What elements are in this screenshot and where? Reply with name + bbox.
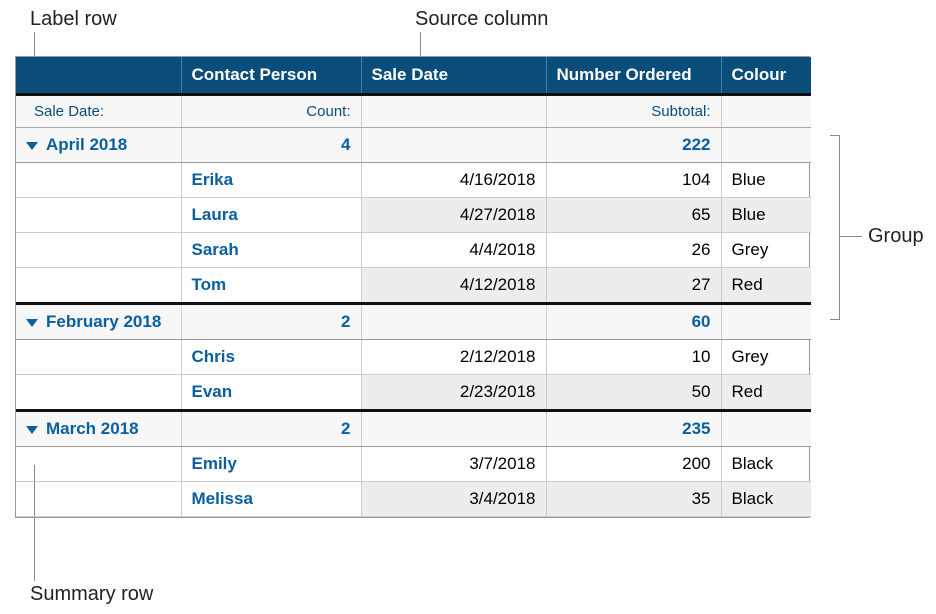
cell-number: 27 (546, 268, 721, 304)
disclosure-triangle-icon[interactable] (26, 319, 38, 327)
table-row: Melissa3/4/201835Black (16, 482, 811, 517)
categorized-table: Contact Person Sale Date Number Ordered … (15, 56, 810, 518)
summary-row: April 2018 4 222 (16, 128, 811, 163)
header-row: Contact Person Sale Date Number Ordered … (16, 57, 811, 95)
cell-contact: Chris (181, 340, 361, 375)
table-row: Erika4/16/2018104Blue (16, 163, 811, 198)
group-toggle[interactable]: April 2018 (16, 128, 181, 163)
label-subtotal: Subtotal: (546, 95, 721, 128)
group-toggle[interactable]: February 2018 (16, 304, 181, 340)
cell-contact: Laura (181, 198, 361, 233)
cell-date: 4/4/2018 (361, 233, 546, 268)
label-blank-2 (721, 95, 811, 128)
group-name: February 2018 (46, 312, 161, 331)
header-blank (16, 57, 181, 95)
group-count: 2 (181, 304, 361, 340)
group-blank-2 (721, 304, 811, 340)
cell-number: 26 (546, 233, 721, 268)
cell-number: 35 (546, 482, 721, 517)
group-toggle[interactable]: March 2018 (16, 411, 181, 447)
cell-colour: Black (721, 482, 811, 517)
table-row: Sarah4/4/201826Grey (16, 233, 811, 268)
cell-contact: Emily (181, 447, 361, 482)
callout-summary-row: Summary row (30, 583, 153, 606)
header-contact-person: Contact Person (181, 57, 361, 95)
bracket-group (830, 135, 840, 320)
label-blank-1 (361, 95, 546, 128)
cell-colour: Black (721, 447, 811, 482)
group-blank-1 (361, 128, 546, 163)
group-count: 2 (181, 411, 361, 447)
cell-blank (16, 375, 181, 411)
table-row: Chris2/12/201810Grey (16, 340, 811, 375)
header-sale-date: Sale Date (361, 57, 546, 95)
cell-contact: Tom (181, 268, 361, 304)
callout-label-row: Label row (30, 8, 117, 31)
cell-date: 2/12/2018 (361, 340, 546, 375)
cell-colour: Red (721, 268, 811, 304)
cell-number: 104 (546, 163, 721, 198)
cell-colour: Grey (721, 233, 811, 268)
summary-row: February 2018 2 60 (16, 304, 811, 340)
cell-number: 10 (546, 340, 721, 375)
disclosure-triangle-icon[interactable] (26, 426, 38, 434)
cell-date: 2/23/2018 (361, 375, 546, 411)
disclosure-triangle-icon[interactable] (26, 142, 38, 150)
cell-colour: Red (721, 375, 811, 411)
callout-group: Group (868, 225, 924, 248)
label-count: Count: (181, 95, 361, 128)
cell-number: 50 (546, 375, 721, 411)
group-count: 4 (181, 128, 361, 163)
table-row: Laura4/27/201865Blue (16, 198, 811, 233)
group-blank-2 (721, 128, 811, 163)
callout-source-column: Source column (415, 8, 548, 31)
group-subtotal: 60 (546, 304, 721, 340)
cell-blank (16, 447, 181, 482)
cell-number: 65 (546, 198, 721, 233)
cell-colour: Blue (721, 163, 811, 198)
cell-colour: Grey (721, 340, 811, 375)
cell-blank (16, 268, 181, 304)
group-subtotal: 222 (546, 128, 721, 163)
cell-blank (16, 233, 181, 268)
cell-blank (16, 163, 181, 198)
cell-contact: Sarah (181, 233, 361, 268)
group-blank-1 (361, 411, 546, 447)
label-row: Sale Date:Count: Subtotal: (16, 95, 811, 128)
cell-blank (16, 340, 181, 375)
header-colour: Colour (721, 57, 811, 95)
table-row: Evan2/23/201850Red (16, 375, 811, 411)
cell-contact: Melissa (181, 482, 361, 517)
table-row: Tom4/12/201827Red (16, 268, 811, 304)
group-blank-1 (361, 304, 546, 340)
cell-date: 3/4/2018 (361, 482, 546, 517)
group-subtotal: 235 (546, 411, 721, 447)
cell-contact: Erika (181, 163, 361, 198)
cell-contact: Evan (181, 375, 361, 411)
table-row: Emily3/7/2018200Black (16, 447, 811, 482)
cell-number: 200 (546, 447, 721, 482)
cell-date: 3/7/2018 (361, 447, 546, 482)
group-name: April 2018 (46, 135, 127, 154)
header-number-ordered: Number Ordered (546, 57, 721, 95)
cell-date: 4/27/2018 (361, 198, 546, 233)
cell-date: 4/12/2018 (361, 268, 546, 304)
group-name: March 2018 (46, 419, 139, 438)
summary-row: March 2018 2 235 (16, 411, 811, 447)
cell-date: 4/16/2018 (361, 163, 546, 198)
callout-line-group (840, 236, 862, 237)
cell-blank (16, 198, 181, 233)
label-sale-date: Sale Date: (16, 95, 181, 128)
group-blank-2 (721, 411, 811, 447)
cell-blank (16, 482, 181, 517)
cell-colour: Blue (721, 198, 811, 233)
callout-line-source-column (420, 32, 421, 56)
